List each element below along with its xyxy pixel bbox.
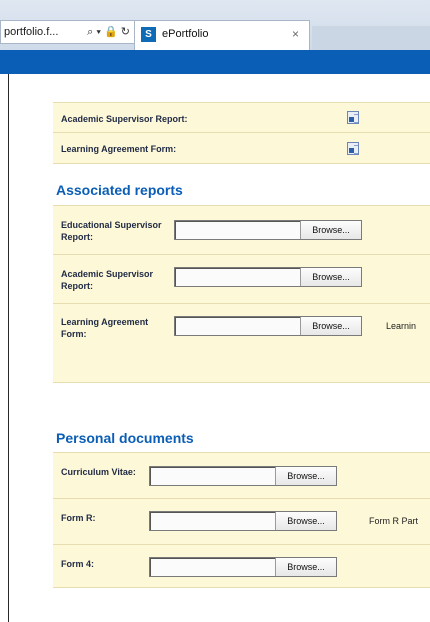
- word-document-icon[interactable]: [347, 111, 359, 124]
- row-label: Learning Agreement Form:: [61, 144, 177, 154]
- browse-button[interactable]: Browse...: [276, 512, 336, 530]
- existing-file-link[interactable]: Form R Part: [369, 516, 418, 526]
- row-label: Curriculum Vitae:: [61, 467, 136, 477]
- report-row-learning-agreement: Learning Agreement Form:: [53, 132, 430, 164]
- file-input-academic-supervisor[interactable]: Browse...: [174, 267, 362, 287]
- browse-button[interactable]: Browse...: [301, 317, 361, 335]
- upload-row-form-4: Form 4: Browse...: [53, 544, 430, 588]
- upload-row-learning-agreement: Learning Agreement Form: Browse... Learn…: [53, 303, 430, 383]
- address-bar-icons[interactable]: ⌕ ▾ 🔒 ↻: [87, 21, 130, 43]
- browse-button[interactable]: Browse...: [301, 221, 361, 239]
- page-left-border: [8, 74, 9, 622]
- browser-chrome: portfolio.f... ⌕ ▾ 🔒 ↻ S ePortfolio ×: [0, 0, 430, 51]
- address-bar[interactable]: portfolio.f... ⌕ ▾ 🔒 ↻: [0, 20, 135, 44]
- row-label: Form R:: [61, 513, 96, 523]
- address-text: portfolio.f...: [4, 26, 59, 38]
- report-row-academic-supervisor: Academic Supervisor Report:: [53, 102, 430, 132]
- upload-row-academic-supervisor: Academic Supervisor Report: Browse...: [53, 254, 430, 303]
- row-label: Form 4:: [61, 559, 95, 569]
- file-input-educational-supervisor[interactable]: Browse...: [174, 220, 362, 240]
- file-path-field[interactable]: [150, 558, 276, 576]
- new-tab-area[interactable]: [312, 26, 430, 50]
- row-label: Academic Supervisor Report:: [61, 114, 188, 124]
- browse-button[interactable]: Browse...: [276, 467, 336, 485]
- file-path-field[interactable]: [175, 268, 301, 286]
- file-input-curriculum-vitae[interactable]: Browse...: [149, 466, 337, 486]
- site-header-bar: [0, 50, 430, 74]
- upload-row-form-r: Form R: Browse... Form R Part: [53, 498, 430, 544]
- upload-row-curriculum-vitae: Curriculum Vitae: Browse...: [53, 452, 430, 498]
- upload-row-educational-supervisor: Educational Supervisor Report: Browse...: [53, 205, 430, 254]
- tab-eportfolio[interactable]: S ePortfolio ×: [134, 20, 310, 50]
- close-tab-icon[interactable]: ×: [292, 27, 299, 41]
- word-document-icon[interactable]: [347, 142, 359, 155]
- row-label: Academic Supervisor Report:: [61, 269, 154, 291]
- file-path-field[interactable]: [150, 467, 276, 485]
- section-title-personal-documents: Personal documents: [56, 430, 194, 446]
- browse-button[interactable]: Browse...: [276, 558, 336, 576]
- file-path-field[interactable]: [175, 221, 301, 239]
- section-title-associated-reports: Associated reports: [56, 182, 183, 198]
- row-label: Learning Agreement Form:: [61, 317, 149, 339]
- existing-file-link[interactable]: Learnin: [386, 321, 416, 331]
- file-input-form-4[interactable]: Browse...: [149, 557, 337, 577]
- row-label: Educational Supervisor Report:: [61, 220, 162, 242]
- file-path-field[interactable]: [150, 512, 276, 530]
- file-input-form-r[interactable]: Browse...: [149, 511, 337, 531]
- browse-button[interactable]: Browse...: [301, 268, 361, 286]
- file-input-learning-agreement[interactable]: Browse...: [174, 316, 362, 336]
- file-path-field[interactable]: [175, 317, 301, 335]
- sharepoint-icon: S: [141, 27, 156, 42]
- tab-title: ePortfolio: [162, 28, 209, 40]
